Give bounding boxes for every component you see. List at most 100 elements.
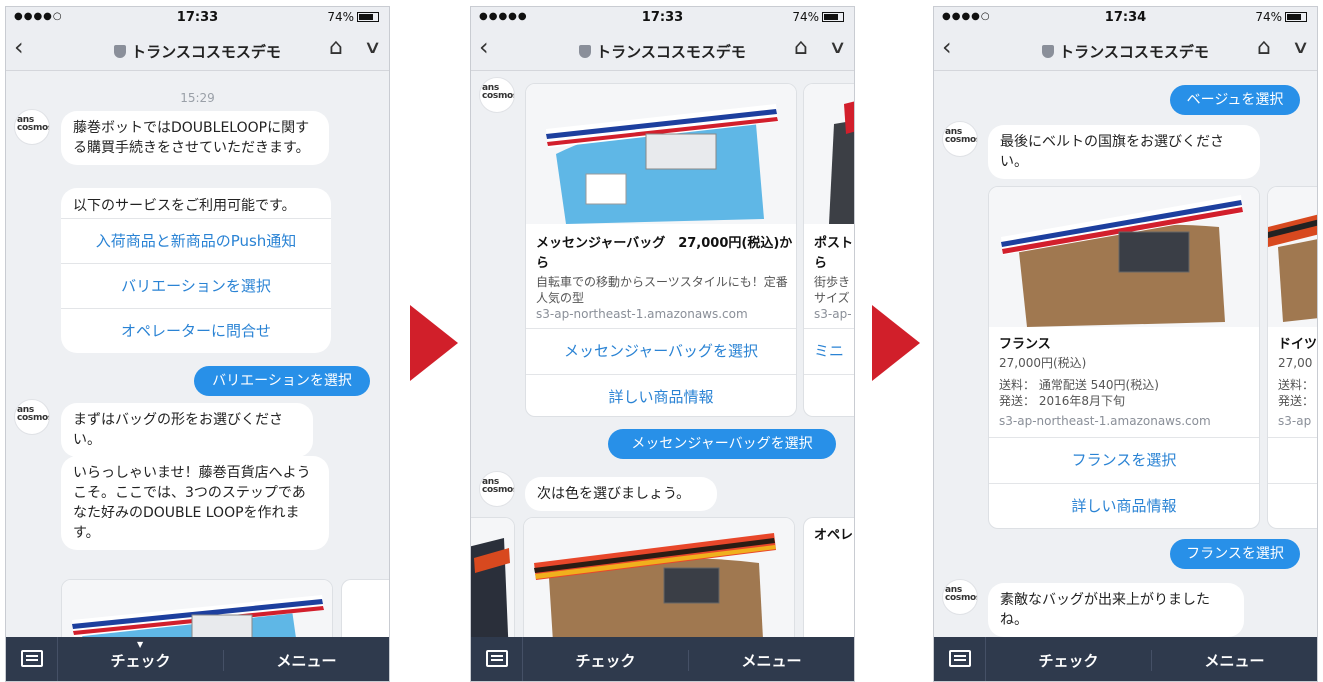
options-intro: 以下のサービスをご利用可能です。 — [73, 198, 296, 214]
color-card-beige[interactable] — [523, 517, 795, 637]
service-options: 以下のサービスをご利用可能です。 入荷商品と新商品のPush通知 バリエーション… — [61, 188, 331, 353]
bot-message: 素敵なバッグが出来上がりましたね。 — [988, 583, 1244, 637]
card-description-2: サイズ — [814, 291, 850, 305]
battery-percent: 74% — [327, 10, 354, 24]
card-description: 街歩き — [814, 275, 851, 289]
phone-screen-3: ●●●●○ 17:34 74% ‹ トランスコスモスデモ ⌂ ∨ ベージュを選択… — [933, 6, 1318, 682]
bottom-menu-bar: チェック メニュー — [471, 637, 854, 681]
chat-area[interactable]: ans cosmos メッセンジャーバッグ 27,000円(税込)から 自転車での… — [471, 71, 854, 637]
select-germany-button[interactable] — [1268, 437, 1317, 483]
chat-area[interactable]: 15:29 ans cosmos 藤巻ボットではDOUBLELOOPに関する購買手… — [6, 71, 389, 637]
card-url: s3-ap-northeast-1.amazonaws.com — [536, 307, 748, 321]
bot-avatar: ans cosmos — [14, 109, 50, 145]
card-title: ドイツ — [1278, 337, 1317, 352]
shield-icon — [1042, 45, 1055, 58]
battery-indicator: 74% — [327, 10, 379, 24]
battery-icon — [822, 12, 844, 22]
bot-logo: ans cosmos — [482, 83, 515, 101]
bot-avatar: ans cosmos — [479, 471, 515, 507]
card-price: 27,000円(税込) — [999, 356, 1087, 370]
nav-bar: ‹ トランスコスモスデモ ⌂ ∨ — [934, 29, 1317, 71]
card-url: s3-ap- — [814, 307, 852, 321]
menu-button[interactable]: メニュー — [1152, 650, 1317, 671]
product-card-post[interactable]: ポスト ら 街歩き サイズ s3-ap- ミニ — [803, 83, 854, 417]
chevron-down-icon[interactable]: ∨ — [363, 37, 381, 58]
bot-logo: ans cosmos — [945, 127, 978, 145]
arrow-right-icon — [872, 305, 920, 381]
check-button[interactable]: チェック — [986, 650, 1152, 671]
bot-logo: ans cosmos — [945, 585, 978, 603]
bot-avatar: ans cosmos — [942, 121, 978, 157]
bag-image — [62, 580, 332, 637]
menu-button[interactable]: メニュー — [689, 650, 854, 671]
card-url: s3-ap — [1278, 414, 1312, 428]
keyboard-icon — [949, 650, 971, 667]
timestamp: 15:29 — [180, 91, 215, 105]
product-details-button[interactable]: 詳しい商品情報 — [526, 374, 796, 416]
keyboard-icon — [486, 650, 508, 667]
bag-image — [526, 84, 796, 224]
bottom-menu-bar: チェック メニュー — [934, 637, 1317, 681]
keyboard-button[interactable] — [6, 637, 58, 681]
card-title-2: ら — [814, 256, 828, 271]
bag-image — [524, 518, 794, 637]
product-card[interactable] — [341, 579, 389, 637]
shield-icon — [114, 45, 127, 58]
product-card-france[interactable]: フランス 27,000円(税込) 送料： 通常配送 540円(税込) 発送： 2… — [988, 186, 1260, 529]
chat-area[interactable]: ベージュを選択 ans cosmos 最後にベルトの国旗をお選びください。 フラン… — [934, 71, 1317, 637]
product-details-button[interactable] — [804, 374, 854, 416]
card-title: フランス — [999, 337, 1051, 352]
bag-image — [471, 518, 514, 637]
keyboard-icon — [21, 650, 43, 667]
phone-screen-2: ●●●●● 17:33 74% ‹ トランスコスモスデモ ⌂ ∨ ans cosm… — [470, 6, 855, 682]
product-card-messenger[interactable]: メッセンジャーバッグ 27,000円(税込)から 自転車での移動からスーツスタイ… — [525, 83, 797, 417]
status-bar: ●●●●○ 17:33 74% — [6, 7, 389, 29]
product-details-button[interactable] — [1268, 483, 1317, 528]
operator-card[interactable]: オペレ — [803, 517, 854, 637]
product-card[interactable] — [61, 579, 333, 637]
card-ship-date: 発送： — [1278, 394, 1315, 408]
product-card-germany[interactable]: ドイツ 27,00 送料： 発送： s3-ap — [1267, 186, 1317, 529]
menu-button[interactable]: メニュー — [224, 650, 389, 671]
user-message: ベージュを選択 — [1170, 85, 1300, 115]
bot-message: 次は色を選びましょう。 — [525, 477, 717, 511]
chat-title-text: トランスコスモスデモ — [1059, 43, 1209, 61]
check-button[interactable]: チェック — [58, 650, 224, 671]
bottom-menu-bar: ▼ チェック メニュー — [6, 637, 389, 681]
bot-logo: ans cosmos — [17, 115, 50, 133]
nav-bar: ‹ トランスコスモスデモ ⌂ ∨ — [471, 29, 854, 71]
bag-image — [804, 84, 854, 224]
home-icon[interactable]: ⌂ — [1257, 35, 1271, 60]
home-icon[interactable]: ⌂ — [794, 35, 808, 60]
option-push-notify[interactable]: 入荷商品と新商品のPush通知 — [61, 218, 331, 263]
card-description: 自転車での移動からスーツスタイルにも！定番人気の型 — [536, 275, 788, 305]
chat-title-text: トランスコスモスデモ — [596, 43, 746, 61]
chevron-down-icon[interactable]: ∨ — [1291, 37, 1309, 58]
keyboard-button[interactable] — [471, 637, 523, 681]
battery-percent: 74% — [792, 10, 819, 24]
keyboard-button[interactable] — [934, 637, 986, 681]
battery-icon — [1285, 12, 1307, 22]
option-operator[interactable]: オペレーターに問合せ — [61, 308, 331, 353]
user-message: フランスを選択 — [1170, 539, 1300, 569]
card-title: メッセンジャーバッグ 27,000円(税込)から — [536, 236, 793, 271]
card-url: s3-ap-northeast-1.amazonaws.com — [999, 414, 1211, 428]
chevron-down-icon[interactable]: ∨ — [828, 37, 846, 58]
product-details-button[interactable]: 詳しい商品情報 — [989, 483, 1259, 528]
bot-avatar: ans cosmos — [479, 77, 515, 113]
select-mini-button[interactable]: ミニ — [804, 328, 854, 374]
caret-icon: ▼ — [137, 640, 144, 649]
bot-message: まずはバッグの形をお選びください。 — [61, 403, 313, 457]
card-title: オペレ — [814, 528, 854, 543]
user-message: バリエーションを選択 — [194, 366, 370, 396]
bag-image — [1268, 187, 1317, 327]
select-messenger-button[interactable]: メッセンジャーバッグを選択 — [526, 328, 796, 374]
color-card-prev[interactable] — [471, 517, 515, 637]
check-button[interactable]: チェック — [523, 650, 689, 671]
home-icon[interactable]: ⌂ — [329, 35, 343, 60]
option-variation[interactable]: バリエーションを選択 — [61, 263, 331, 308]
user-message: メッセンジャーバッグを選択 — [608, 429, 836, 459]
select-france-button[interactable]: フランスを選択 — [989, 437, 1259, 483]
bot-message: いらっしゃいませ！藤巻百貨店へようこそ。ここでは、3つのステップであなた好みのD… — [61, 456, 329, 550]
status-bar: ●●●●● 17:33 74% — [471, 7, 854, 29]
